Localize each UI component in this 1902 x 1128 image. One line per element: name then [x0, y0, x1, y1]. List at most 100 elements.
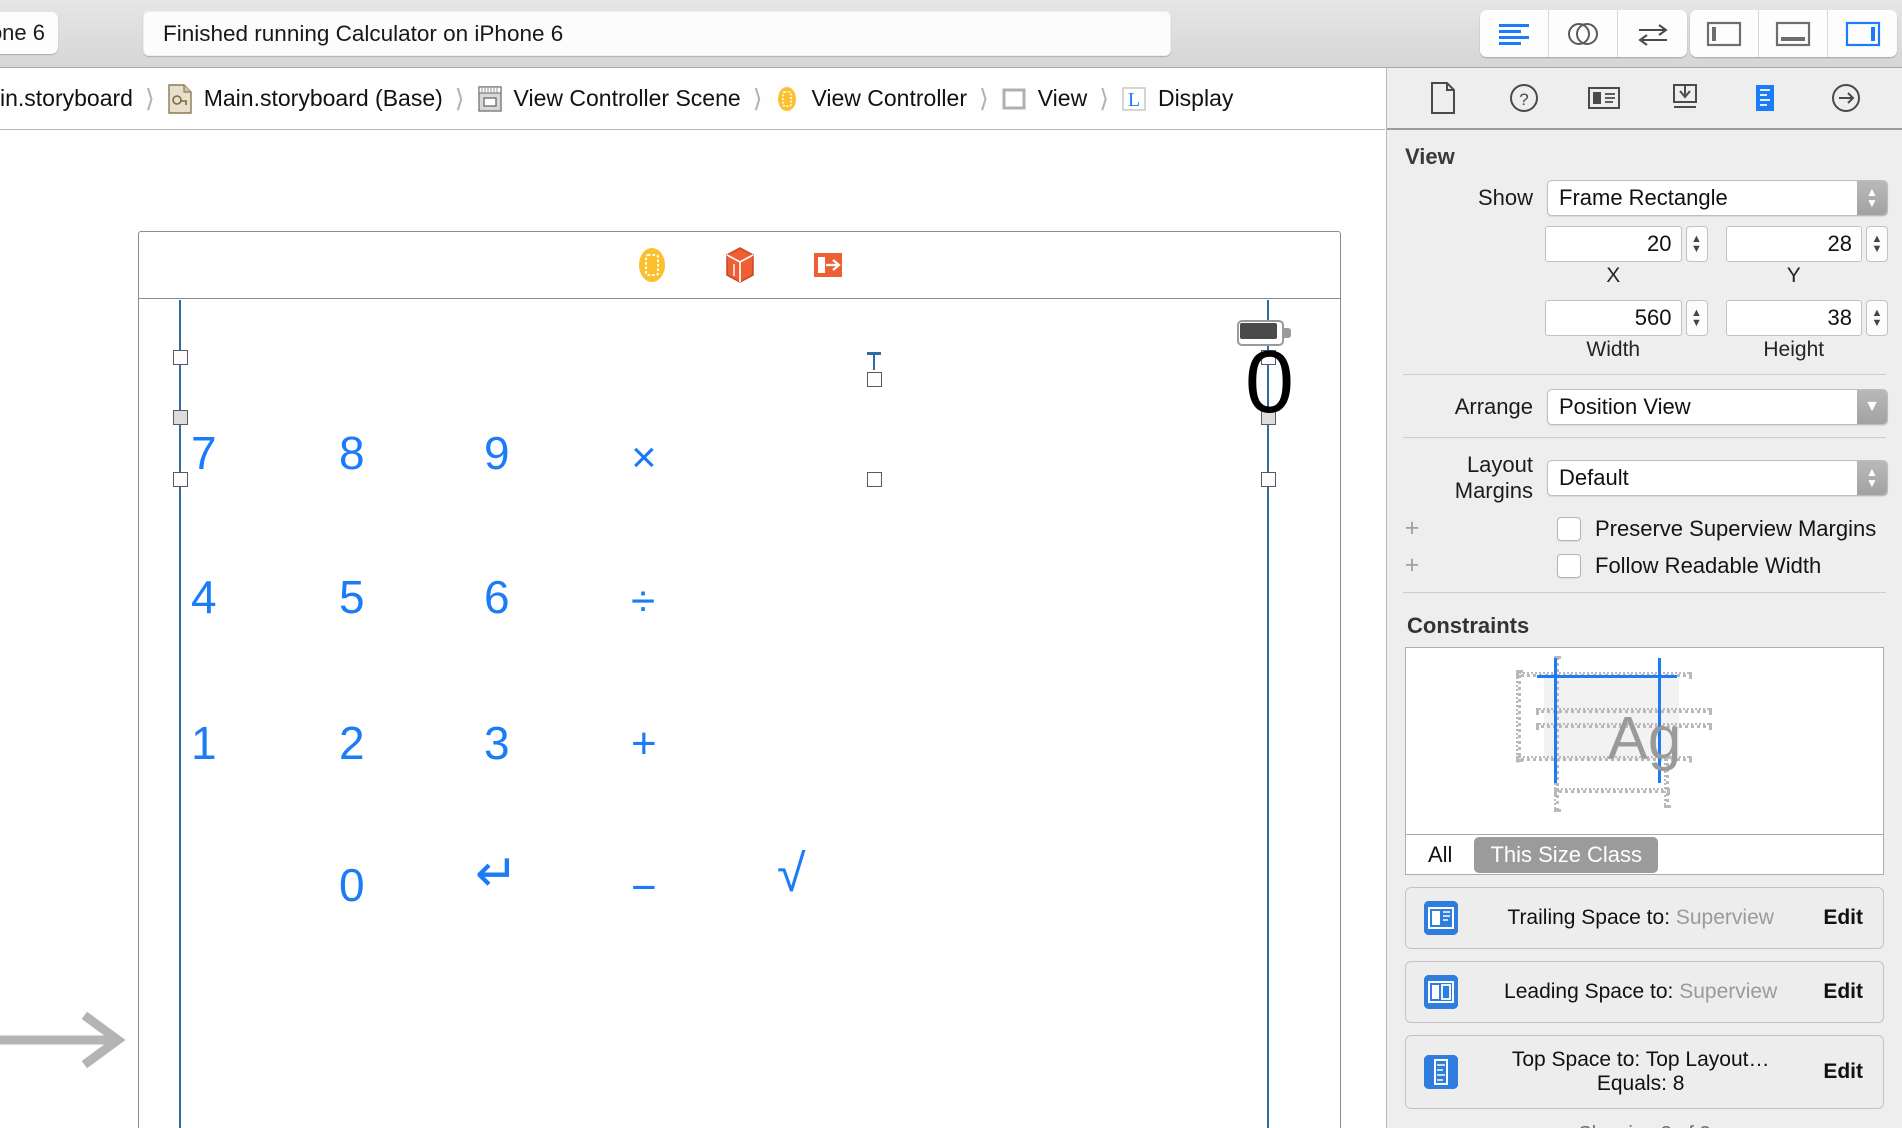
- key-4[interactable]: 4: [191, 574, 217, 620]
- y-stepper[interactable]: ▲ ▼: [1866, 226, 1888, 262]
- y-input[interactable]: 28: [1725, 226, 1862, 262]
- size-class-this-button[interactable]: This Size Class: [1474, 836, 1659, 873]
- size-class-filter-bar: All This Size Class: [1405, 835, 1884, 875]
- show-row: Show Frame Rectangle ▲ ▼: [1387, 180, 1902, 216]
- first-responder-icon[interactable]: [720, 244, 760, 286]
- key-7[interactable]: 7: [191, 430, 217, 476]
- toggle-navigator-button[interactable]: [1690, 10, 1759, 57]
- constraint-edit-button[interactable]: Edit: [1823, 906, 1863, 930]
- toggle-debug-area-button[interactable]: [1759, 10, 1828, 57]
- quick-help-tab[interactable]: ?: [1497, 76, 1551, 120]
- key-9[interactable]: 9: [484, 430, 510, 476]
- constraints-preview[interactable]: Ag: [1405, 647, 1884, 835]
- identity-inspector-tab[interactable]: [1577, 76, 1631, 120]
- breadcrumb-item-view-controller[interactable]: View Controller: [774, 68, 967, 129]
- chevron-down-icon: ▼: [1857, 390, 1887, 424]
- preserve-superview-margins-checkbox[interactable]: [1557, 516, 1581, 541]
- divider: [1403, 592, 1886, 593]
- key-1[interactable]: 1: [191, 720, 217, 766]
- constraint-value: Top Layout…: [1645, 1048, 1770, 1071]
- view-section-title: View: [1405, 144, 1455, 169]
- constraint-row-top[interactable]: Top Space to: Top Layout… Equals: 8 Edit: [1405, 1035, 1884, 1109]
- constraint-text: Trailing Space to: Superview: [1458, 906, 1823, 930]
- svg-text:?: ?: [1519, 90, 1528, 109]
- view-controller-scene[interactable]: 0 7 8 9 × 4 5 6 ÷ 1 2 3 + 0 ↵ − √: [138, 231, 1341, 1128]
- size-class-all-button[interactable]: All: [1406, 842, 1474, 868]
- activity-status-field: Finished running Calculator on iPhone 6: [143, 11, 1171, 56]
- follow-readable-width-label: Follow Readable Width: [1595, 552, 1822, 578]
- key-plus[interactable]: +: [631, 722, 657, 766]
- xcode-window: one 6 Finished running Calculator on iPh…: [0, 0, 1902, 1128]
- key-3[interactable]: 3: [484, 720, 510, 766]
- bottom-panel-icon: [1775, 21, 1811, 46]
- width-input[interactable]: 560: [1545, 300, 1682, 336]
- exit-icon[interactable]: [808, 244, 848, 286]
- version-editor-button[interactable]: [1618, 10, 1687, 57]
- preserve-superview-margins-row: + Preserve Superview Margins: [1387, 514, 1902, 543]
- breadcrumb-label: Display: [1157, 85, 1234, 111]
- layout-margins-select[interactable]: Default ▲ ▼: [1547, 460, 1888, 496]
- attributes-inspector-tab[interactable]: [1658, 76, 1712, 120]
- top-space-icon: [1424, 1055, 1458, 1089]
- x-input[interactable]: 20: [1545, 226, 1682, 262]
- calculator-keypad: 7 8 9 × 4 5 6 ÷ 1 2 3 + 0 ↵ − √: [139, 410, 1267, 970]
- height-input[interactable]: 38: [1725, 300, 1862, 336]
- y-label: Y: [1786, 264, 1801, 287]
- constraint-row-trailing[interactable]: Trailing Space to: Superview Edit: [1405, 887, 1884, 949]
- assistant-editor-button[interactable]: [1549, 10, 1618, 57]
- breadcrumb-separator: ⟩: [454, 84, 465, 113]
- key-enter[interactable]: ↵: [475, 848, 519, 900]
- key-divide[interactable]: ÷: [631, 580, 655, 624]
- show-select[interactable]: Frame Rectangle ▲ ▼: [1547, 180, 1888, 216]
- x-stepper[interactable]: ▲ ▼: [1685, 226, 1708, 262]
- plus-icon[interactable]: +: [1397, 551, 1427, 580]
- constraint-value: Superview: [1675, 906, 1774, 929]
- height-stepper[interactable]: ▲ ▼: [1866, 300, 1888, 336]
- key-5[interactable]: 5: [339, 574, 365, 620]
- key-6[interactable]: 6: [484, 574, 510, 620]
- text-insertion-marker-icon: [867, 352, 881, 386]
- ruler-icon: [1756, 85, 1775, 111]
- constraint-text: Top Space to: Top Layout… Equals: 8: [1458, 1048, 1823, 1096]
- connections-inspector-tab[interactable]: [1819, 76, 1873, 120]
- view-controller-badge-icon[interactable]: [632, 244, 672, 286]
- file-inspector-tab[interactable]: [1416, 76, 1470, 120]
- constraint-text: Leading Space to: Superview: [1458, 980, 1823, 1004]
- standard-editor-button[interactable]: [1480, 10, 1549, 57]
- size-labels-row: Width Height: [1387, 338, 1902, 362]
- label-icon: L: [1121, 84, 1147, 114]
- arrow-circle-icon: [1831, 84, 1860, 112]
- breadcrumb-label: Main.storyboard (Base): [203, 85, 443, 111]
- constraint-row-leading[interactable]: Leading Space to: Superview Edit: [1405, 961, 1884, 1023]
- constraints-section-title: Constraints: [1407, 613, 1530, 638]
- constraint-edit-button[interactable]: Edit: [1823, 1060, 1863, 1084]
- arrange-select[interactable]: Position View ▼: [1547, 389, 1888, 425]
- layout-margins-value: Default: [1559, 465, 1629, 490]
- key-0[interactable]: 0: [339, 862, 365, 908]
- constraint-edit-button[interactable]: Edit: [1823, 980, 1863, 1004]
- toggle-utilities-button[interactable]: [1828, 10, 1897, 57]
- device-screen[interactable]: 0 7 8 9 × 4 5 6 ÷ 1 2 3 + 0 ↵ − √: [139, 300, 1340, 1128]
- width-stepper[interactable]: ▲ ▼: [1685, 300, 1708, 336]
- key-minus[interactable]: −: [631, 866, 657, 910]
- width-label: Width: [1586, 338, 1641, 361]
- size-inspector-tab[interactable]: [1738, 76, 1792, 120]
- breadcrumb-item-storyboard[interactable]: in.storyboard: [0, 68, 133, 129]
- view-toggle-segmented-control: [1690, 10, 1897, 57]
- follow-readable-width-checkbox[interactable]: [1557, 553, 1581, 578]
- view-controller-icon: [774, 84, 800, 114]
- interface-builder-canvas[interactable]: 0 7 8 9 × 4 5 6 ÷ 1 2 3 + 0 ↵ − √: [0, 130, 1385, 1128]
- breadcrumb-item-view-controller-scene[interactable]: View Controller Scene: [477, 68, 741, 129]
- plus-icon[interactable]: +: [1397, 514, 1427, 543]
- key-sqrt[interactable]: √: [777, 848, 806, 900]
- breadcrumb-item-display[interactable]: L Display: [1121, 68, 1234, 129]
- scheme-destination-chip[interactable]: one 6: [0, 12, 58, 54]
- key-2[interactable]: 2: [339, 720, 365, 766]
- breadcrumb-item-view[interactable]: View: [1001, 68, 1087, 129]
- utilities-inspector-panel: ? View Show Frame Rectangle ▲ ▼ 20 ▲ ▼ 2…: [1386, 68, 1902, 1128]
- key-8[interactable]: 8: [339, 430, 365, 476]
- breadcrumb-item-main-storyboard-base[interactable]: Main.storyboard (Base): [167, 68, 443, 129]
- key-multiply[interactable]: ×: [631, 436, 657, 480]
- scene-icon: [477, 84, 503, 114]
- selection-handle-top-left[interactable]: [173, 350, 188, 365]
